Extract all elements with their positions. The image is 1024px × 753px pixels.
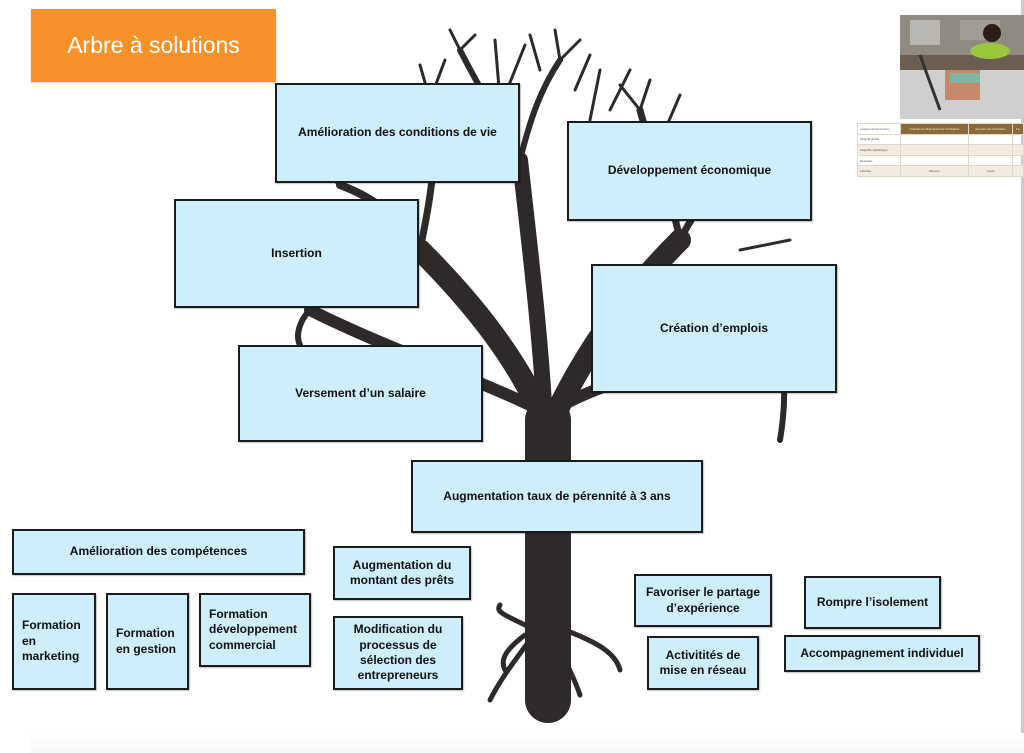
table-row: Résultats [857,154,1024,167]
box-networking: Activitités de mise en réseau [647,636,759,690]
box-loan-amount: Augmentation du montant des prêts [333,546,471,600]
bank-teller-photo [900,15,1024,119]
table-cell: Résultats [857,154,901,167]
tree-root [562,627,623,673]
table-cell [899,144,969,156]
table-row: Objectif global [857,133,1024,146]
box-selection-process: Modification du processus de sélection d… [333,616,463,690]
table-cell: Objectifs spécifiques [857,144,901,156]
slide-title: Arbre à solutions [31,9,276,82]
box-job-creation: Création d’emplois [591,264,837,393]
table-header: Hy [1012,123,1024,135]
box-insertion: Insertion [174,199,419,308]
table-header: Sources de vérification [967,123,1014,135]
box-sustainability-rate: Augmentation taux de pérennité à 3 ans [411,460,703,533]
table-cell [1012,165,1024,177]
box-break-isolation: Rompre l’isolement [804,576,941,629]
box-training-commercial: Formation développement commercial [199,593,311,667]
table-cell [899,133,969,146]
table-cell [967,133,1014,146]
table-header: Logique d'intervention [857,123,901,135]
table-row: Objectifs spécifiques [857,144,1024,156]
box-training-management: Formation en gestion [106,593,189,690]
table-cell [1012,154,1024,167]
table-cell: Activités [857,165,901,177]
table-cell [967,144,1014,156]
table-cell [1012,133,1024,146]
box-skills-improvement: Amélioration des compétences [12,529,305,575]
table-cell: Coûts [967,165,1014,177]
table-row: Activités Moyens Coûts [857,165,1024,177]
photo-illustration [900,15,1024,119]
table-cell [967,154,1014,167]
tree-branch [517,57,563,163]
box-salary-payment: Versement d’un salaire [238,345,483,442]
box-individual-coaching: Accompagnement individuel [784,635,980,672]
logframe-table-thumbnail: Logique d'intervention Indicateurs Objec… [857,123,1024,177]
table-cell: Objectif global [857,133,901,146]
tree-root [496,602,528,628]
box-economic-development: Développement économique [567,121,812,221]
table-cell [1012,144,1024,156]
table-cell [899,154,969,167]
table-header: Indicateurs Objectivement Vérifiables [899,123,969,135]
box-share-experience: Favoriser le partage d’expérience [634,574,772,627]
box-training-marketing: Formation en marketing [12,593,96,690]
tree-branch [295,307,313,348]
table-cell: Moyens [899,165,969,177]
box-living-conditions: Amélioration des conditions de vie [275,83,520,183]
